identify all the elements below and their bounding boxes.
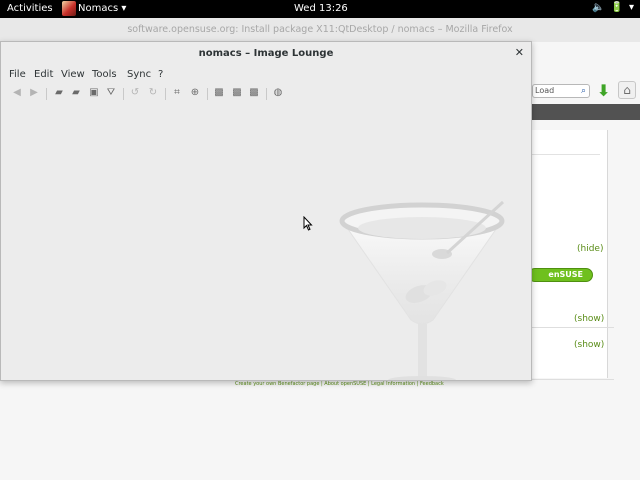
firefox-titlebar: software.opensuse.org: Install package X… [0,18,640,42]
next-icon[interactable]: ▶ [27,86,41,100]
search-input[interactable]: Load ⌕ [532,84,590,98]
site-navbar [532,104,640,120]
user-menu-icon[interactable]: ▾ [629,2,634,13]
volume-icon[interactable]: 🔈 [592,2,604,13]
divider [532,327,614,328]
crop-icon[interactable]: ⌗ [170,86,184,100]
filter-icon[interactable]: ⛛ [104,86,118,100]
image-viewport[interactable] [1,104,531,380]
fullscreen-icon[interactable]: ▩ [212,86,226,100]
save-icon[interactable]: ▣ [87,86,101,100]
menu-tools[interactable]: Tools [92,69,117,80]
show-link[interactable]: (show) [574,340,604,350]
mouse-cursor [303,216,313,231]
toolbar-separator [165,88,166,100]
app-menu-button[interactable]: Nomacs ▾ [78,3,126,14]
fit-window-icon[interactable]: ▩ [230,86,244,100]
download-icon[interactable]: ⬇ [597,81,610,100]
menu-edit[interactable]: Edit [34,69,53,80]
rotate-cw-icon[interactable]: ↻ [146,86,160,100]
main-toolbar: ◀ ▶ ▰ ▰ ▣ ⛛ ↺ ↻ ⌗ ⊕ ▩ ▩ ▩ ◍ [1,85,531,103]
web-icon[interactable]: ◍ [271,86,285,100]
menu-view[interactable]: View [61,69,85,80]
previous-icon[interactable]: ◀ [10,86,24,100]
window-title: nomacs – Image Lounge [198,48,334,59]
activities-button[interactable]: Activities [7,3,53,14]
menu-sync[interactable]: Sync [127,69,151,80]
toolbar-separator [123,88,124,100]
show-link[interactable]: (show) [574,314,604,324]
toolbar-separator [46,88,47,100]
home-icon[interactable]: ⌂ [618,81,636,99]
divider [532,154,600,155]
actual-size-icon[interactable]: ▩ [247,86,261,100]
toolbar-separator [207,88,208,100]
rotate-ccw-icon[interactable]: ↺ [128,86,142,100]
menu-file[interactable]: File [9,69,26,80]
open-folder-icon[interactable]: ▰ [52,86,66,100]
hide-link[interactable]: (hide) [577,244,603,254]
zoom-icon[interactable]: ⊕ [188,86,202,100]
menu-help[interactable]: ? [158,69,163,80]
open-file-icon[interactable]: ▰ [69,86,83,100]
page-footer-links[interactable]: Create your own Benefactor page | About … [235,381,444,387]
system-tray: 🔈 🔋 ▾ [592,2,634,13]
close-icon[interactable]: ✕ [515,46,524,59]
clock[interactable]: Wed 13:26 [294,3,348,14]
martini-glass-logo [339,200,505,380]
nomacs-window: nomacs – Image Lounge ✕ File Edit View T… [0,41,532,381]
gnome-top-bar: Activities Nomacs ▾ Wed 13:26 🔈 🔋 ▾ [0,0,640,18]
nomacs-app-icon [62,1,76,16]
toolbar-separator [266,88,267,100]
search-text: Load [535,86,555,95]
battery-icon[interactable]: 🔋 [611,2,623,13]
search-icon[interactable]: ⌕ [581,85,586,97]
opensuse-version-button[interactable]: enSUSE 12.1 [528,268,593,291]
divider [532,379,614,380]
